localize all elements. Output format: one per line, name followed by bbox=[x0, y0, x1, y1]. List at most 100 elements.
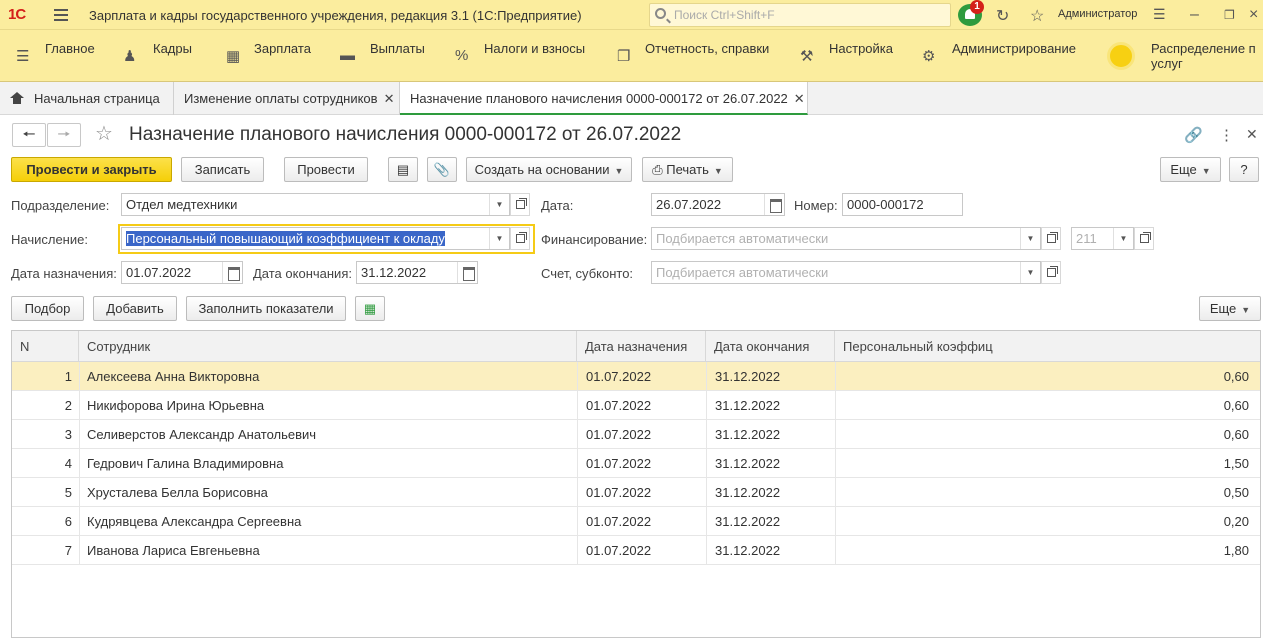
favorites-star-icon[interactable]: ☆ bbox=[1030, 6, 1044, 26]
tab-salary-change[interactable]: Изменение оплаты сотрудников ✕ bbox=[174, 82, 400, 115]
cell-end-date[interactable]: 31.12.2022 bbox=[715, 391, 780, 419]
table-row[interactable]: 3 Селиверстов Александр Анатольевич 01.07.… bbox=[12, 420, 1260, 449]
pick-button[interactable]: Подбор bbox=[11, 296, 84, 321]
close-window-icon[interactable]: × bbox=[1249, 6, 1258, 24]
open-financing-icon[interactable] bbox=[1041, 227, 1061, 250]
settings-menu-icon[interactable]: ☰ bbox=[1153, 6, 1166, 23]
cell-coefficient[interactable]: 0,60 bbox=[839, 391, 1249, 419]
cell-coefficient[interactable]: 1,80 bbox=[839, 536, 1249, 564]
cell-end-date[interactable]: 31.12.2022 bbox=[715, 362, 780, 390]
cell-end-date[interactable]: 31.12.2022 bbox=[715, 507, 780, 535]
table-row[interactable]: 7 Иванова Лариса Евгеньевна 01.07.2022 31.1… bbox=[12, 536, 1260, 565]
cell-employee[interactable]: Кудрявцева Александра Сергеевна bbox=[87, 507, 301, 535]
cell-coefficient[interactable]: 0,20 bbox=[839, 507, 1249, 535]
menu-taxes[interactable]: Налоги и взносы bbox=[484, 41, 585, 56]
home-icon[interactable] bbox=[10, 92, 24, 104]
close-tab-icon[interactable]: ✕ bbox=[794, 91, 805, 106]
cell-coefficient[interactable]: 0,50 bbox=[839, 478, 1249, 506]
link-icon[interactable]: 🔗 bbox=[1184, 126, 1203, 144]
cell-start-date[interactable]: 01.07.2022 bbox=[586, 420, 651, 448]
document-list-icon[interactable]: ▤ bbox=[388, 157, 418, 182]
dropdown-arrow-icon[interactable]: ▼ bbox=[1020, 228, 1040, 249]
table-more-button[interactable]: Еще ▼ bbox=[1199, 296, 1261, 321]
calendar-icon[interactable] bbox=[764, 194, 784, 215]
search-input[interactable]: Поиск Ctrl+Shift+F bbox=[649, 3, 951, 27]
cell-employee[interactable]: Селиверстов Александр Анатольевич bbox=[87, 420, 316, 448]
table-row[interactable]: 6 Кудрявцева Александра Сергеевна 01.07.20… bbox=[12, 507, 1260, 536]
close-tab-icon[interactable]: ✕ bbox=[384, 91, 395, 106]
help-button[interactable]: ? bbox=[1229, 157, 1259, 182]
cell-coefficient[interactable]: 1,50 bbox=[839, 449, 1249, 477]
cell-employee[interactable]: Иванова Лариса Евгеньевна bbox=[87, 536, 260, 564]
menu-administration[interactable]: Администрирование bbox=[952, 41, 1076, 56]
cell-n[interactable]: 2 bbox=[12, 391, 72, 419]
history-icon[interactable]: ↻ bbox=[996, 6, 1009, 26]
column-header-end-date[interactable]: Дата окончания bbox=[706, 331, 835, 362]
user-name[interactable]: Администратор bbox=[1058, 8, 1137, 20]
table-row[interactable]: 2 Никифорова Ирина Юрьевна 01.07.2022 31.12… bbox=[12, 391, 1260, 420]
cell-employee[interactable]: Никифорова Ирина Юрьевна bbox=[87, 391, 264, 419]
open-department-icon[interactable] bbox=[510, 193, 530, 216]
attachment-icon[interactable]: 📎 bbox=[427, 157, 457, 182]
start-date-field[interactable]: 01.07.2022 bbox=[121, 261, 243, 284]
date-field[interactable]: 26.07.2022 bbox=[651, 193, 785, 216]
column-header-coefficient[interactable]: Персональный коэффиц bbox=[835, 331, 1260, 362]
tab-home[interactable]: Начальная страница bbox=[0, 82, 174, 115]
cell-start-date[interactable]: 01.07.2022 bbox=[586, 449, 651, 477]
cell-end-date[interactable]: 31.12.2022 bbox=[715, 449, 780, 477]
cell-n[interactable]: 3 bbox=[12, 420, 72, 448]
dropdown-arrow-icon[interactable]: ▼ bbox=[1020, 262, 1040, 283]
menu-reports[interactable]: Отчетность, справки bbox=[645, 41, 769, 56]
restore-window-icon[interactable]: ❐ bbox=[1224, 8, 1235, 22]
cell-start-date[interactable]: 01.07.2022 bbox=[586, 536, 651, 564]
create-based-on-button[interactable]: Создать на основании ▼ bbox=[466, 157, 632, 182]
cell-employee[interactable]: Гедрович Галина Владимировна bbox=[87, 449, 283, 477]
menu-salary[interactable]: Зарплата bbox=[254, 41, 311, 56]
cell-start-date[interactable]: 01.07.2022 bbox=[586, 391, 651, 419]
menu-payments[interactable]: Выплаты bbox=[370, 41, 425, 56]
forward-button[interactable]: 🠖 bbox=[47, 123, 81, 147]
more-actions-icon[interactable]: ⋮ bbox=[1219, 126, 1234, 144]
add-indicator-icon[interactable]: ▦ bbox=[355, 296, 385, 321]
cell-n[interactable]: 1 bbox=[12, 362, 72, 390]
cell-start-date[interactable]: 01.07.2022 bbox=[586, 507, 651, 535]
tab-accrual-document[interactable]: Назначение планового начисления 0000-000… bbox=[400, 82, 808, 115]
add-button[interactable]: Добавить bbox=[93, 296, 177, 321]
favorite-star-icon[interactable]: ☆ bbox=[95, 121, 113, 146]
cell-employee[interactable]: Алексеева Анна Викторовна bbox=[87, 362, 259, 390]
open-financing-code-icon[interactable] bbox=[1134, 227, 1154, 250]
menu-main[interactable]: Главное bbox=[45, 41, 95, 56]
cell-coefficient[interactable]: 0,60 bbox=[839, 420, 1249, 448]
account-field[interactable]: Подбирается автоматически ▼ bbox=[651, 261, 1041, 284]
dropdown-arrow-icon[interactable]: ▼ bbox=[489, 194, 509, 215]
table-row[interactable]: 5 Хрусталева Белла Борисовна 01.07.2022 31.… bbox=[12, 478, 1260, 507]
main-menu-icon[interactable] bbox=[54, 9, 68, 24]
end-date-field[interactable]: 31.12.2022 bbox=[356, 261, 478, 284]
calendar-icon[interactable] bbox=[457, 262, 477, 283]
open-accrual-icon[interactable] bbox=[510, 227, 530, 250]
cell-end-date[interactable]: 31.12.2022 bbox=[715, 536, 780, 564]
post-button[interactable]: Провести bbox=[284, 157, 368, 182]
close-form-icon[interactable]: ✕ bbox=[1246, 126, 1258, 143]
cell-n[interactable]: 4 bbox=[12, 449, 72, 477]
financing-field[interactable]: Подбирается автоматически ▼ bbox=[651, 227, 1041, 250]
menu-distribution[interactable]: Распределение п услуг bbox=[1151, 41, 1256, 71]
save-button[interactable]: Записать bbox=[181, 157, 264, 182]
column-header-n[interactable]: N bbox=[12, 331, 79, 362]
accrual-field[interactable]: Персональный повышающий коэффициент к ок… bbox=[121, 227, 510, 250]
employees-table[interactable]: N Сотрудник Дата назначения Дата окончан… bbox=[11, 330, 1261, 638]
dropdown-arrow-icon[interactable]: ▼ bbox=[489, 228, 509, 249]
table-row[interactable]: 1 Алексеева Анна Викторовна 01.07.2022 31.1… bbox=[12, 362, 1260, 391]
column-header-start-date[interactable]: Дата назначения bbox=[577, 331, 706, 362]
dropdown-arrow-icon[interactable]: ▼ bbox=[1113, 228, 1133, 249]
more-button[interactable]: Еще ▼ bbox=[1160, 157, 1221, 182]
open-account-icon[interactable] bbox=[1041, 261, 1061, 284]
number-field[interactable]: 0000-000172 bbox=[842, 193, 963, 216]
post-and-close-button[interactable]: Провести и закрыть bbox=[11, 157, 172, 182]
minimize-icon[interactable]: – bbox=[1190, 6, 1199, 24]
back-button[interactable]: 🠔 bbox=[12, 123, 46, 147]
cell-n[interactable]: 6 bbox=[12, 507, 72, 535]
cell-coefficient[interactable]: 0,60 bbox=[839, 362, 1249, 390]
department-field[interactable]: Отдел медтехники ▼ bbox=[121, 193, 510, 216]
cell-n[interactable]: 7 bbox=[12, 536, 72, 564]
